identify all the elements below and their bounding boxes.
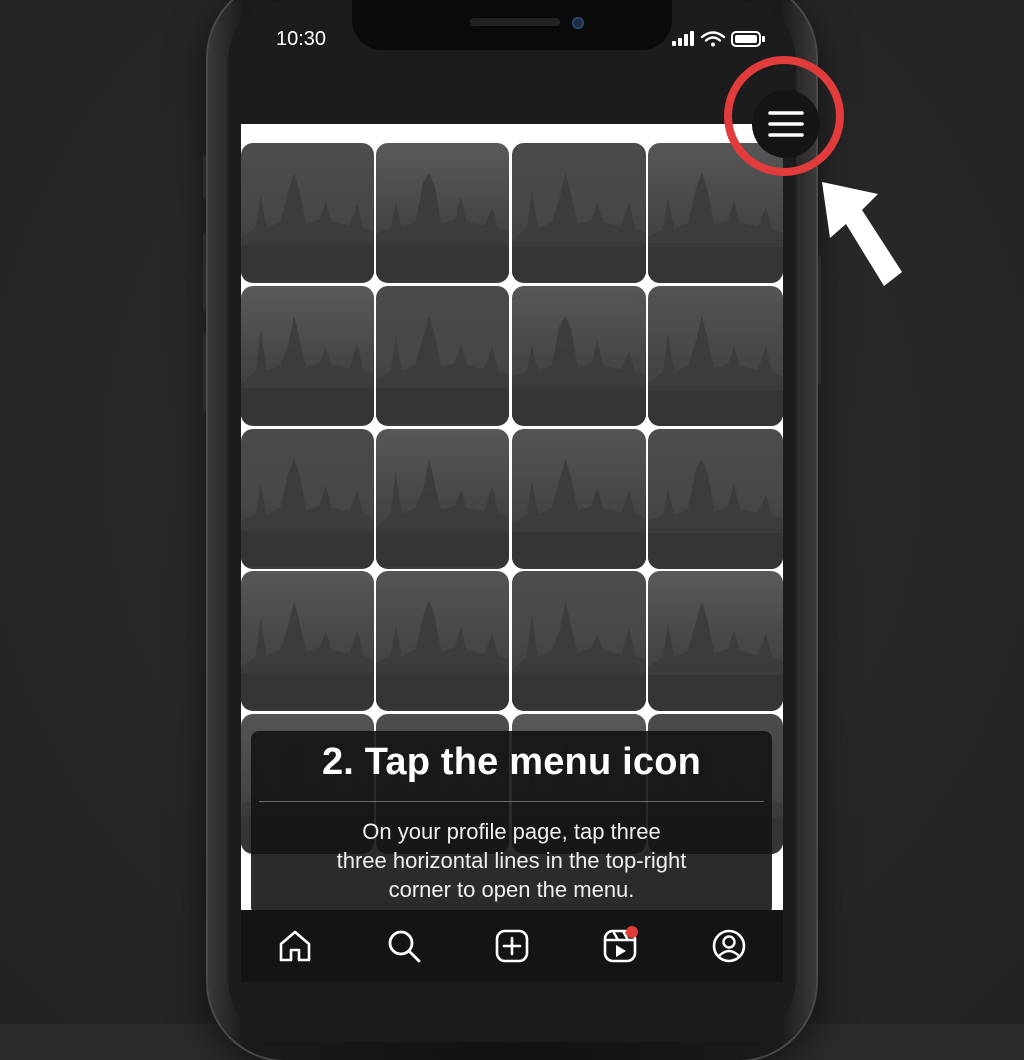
nav-create[interactable] <box>488 922 536 970</box>
status-time: 10:30 <box>276 28 327 50</box>
front-camera <box>572 17 584 29</box>
post-thumbnail[interactable] <box>648 571 783 711</box>
caption-line: three horizontal lines in the top-right <box>336 848 687 873</box>
home-icon <box>279 930 311 962</box>
post-thumbnail[interactable] <box>376 286 509 426</box>
search-icon <box>388 930 420 963</box>
caption-body: On your profile page, tap three three ho… <box>271 817 752 904</box>
post-thumbnail[interactable] <box>376 571 509 711</box>
post-thumbnail[interactable] <box>376 143 509 283</box>
create-post-icon <box>495 929 529 963</box>
post-thumbnail[interactable] <box>241 286 374 426</box>
post-thumbnail[interactable] <box>512 143 646 283</box>
wifi-icon <box>700 31 726 47</box>
post-thumbnail[interactable] <box>512 571 646 711</box>
nav-reels[interactable] <box>596 922 644 970</box>
post-thumbnail[interactable] <box>648 286 783 426</box>
home-indicator-area <box>241 982 783 1042</box>
post-thumbnail[interactable] <box>241 429 374 569</box>
battery-icon <box>731 31 765 47</box>
post-thumbnail[interactable] <box>376 429 509 569</box>
caption-title: 2. Tap the menu icon <box>321 741 702 783</box>
caption-line: On your profile page, tap three <box>362 819 661 844</box>
instruction-caption: 2. Tap the menu icon On your profile pag… <box>251 731 772 915</box>
post-thumbnail[interactable] <box>241 571 374 711</box>
speaker <box>470 18 560 26</box>
bottom-nav <box>241 910 783 982</box>
nav-profile[interactable] <box>705 922 753 970</box>
signal-icon <box>672 31 694 46</box>
post-thumbnail[interactable] <box>648 429 783 569</box>
caption-line: corner to open the menu. <box>388 877 635 902</box>
highlight-ring <box>724 56 844 176</box>
post-thumbnail[interactable] <box>512 286 646 426</box>
nav-search[interactable] <box>380 922 428 970</box>
post-thumbnail[interactable] <box>512 429 646 569</box>
pointer-arrow-icon <box>822 182 902 286</box>
nav-home[interactable] <box>271 922 319 970</box>
post-thumbnail[interactable] <box>241 143 374 283</box>
profile-icon <box>712 929 746 963</box>
status-icons <box>672 28 772 50</box>
caption-divider <box>259 801 764 802</box>
